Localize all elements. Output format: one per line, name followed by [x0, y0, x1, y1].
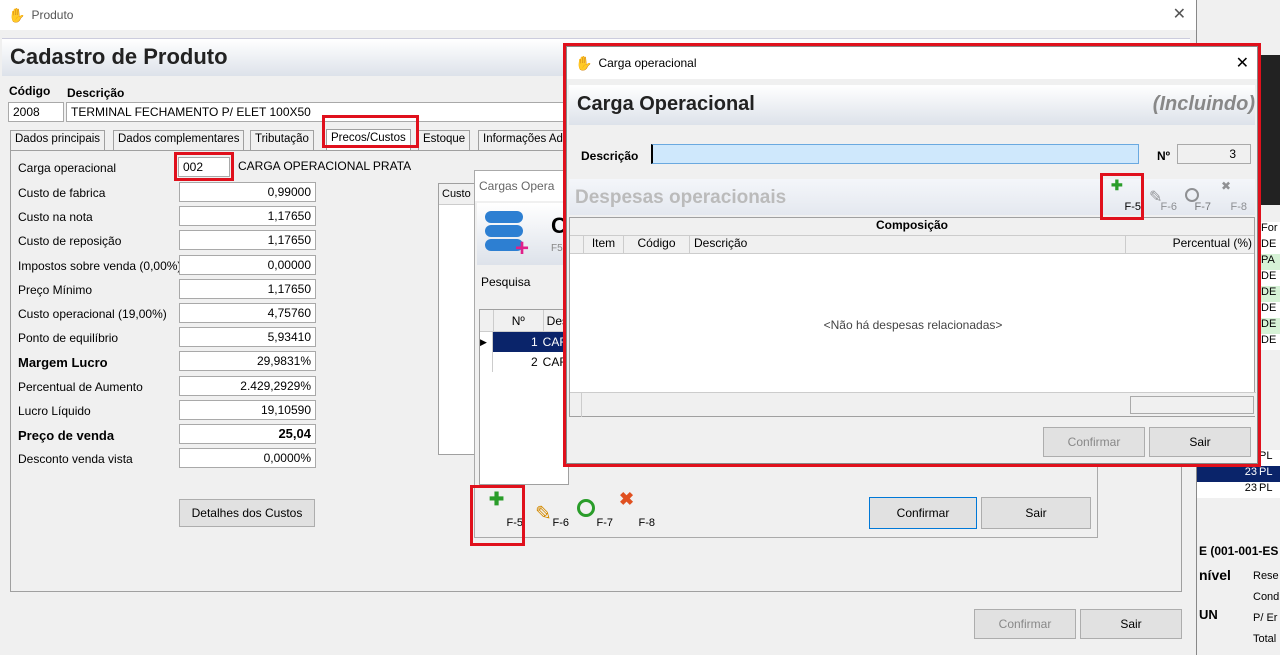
delete-icon: ✖ [619, 489, 635, 509]
row-value[interactable]: 5,93410 [179, 327, 316, 348]
produto-titlebar: ✋ Produto ✕ [0, 0, 1196, 30]
cargas-grid: Nº Des ▶ 1 CAR 2 CAR [479, 309, 569, 485]
detalhes-custos-button[interactable]: Detalhes dos Custos [179, 499, 315, 527]
highlight-precos-tab [322, 115, 419, 148]
delete-button[interactable]: ✖ F-8 [617, 489, 657, 531]
database-add-icon: + [485, 211, 529, 262]
row-label: Impostos sobre venda (0,00%) [18, 258, 182, 273]
carga-label: Carga operacional [18, 161, 117, 175]
list-item-number: 23 [1244, 466, 1257, 478]
row-label: Custo na nota [18, 210, 93, 225]
tab-dados-principais[interactable]: Dados principais [10, 130, 106, 150]
list-item: PA [1261, 254, 1280, 270]
background-right-labels: Rese Cond P/ Er Total [1253, 566, 1279, 650]
row-value[interactable]: 19,10590 [179, 399, 316, 420]
row-label: Lucro Líquido [18, 403, 91, 418]
row-label: Custo operacional (19,00%) [18, 307, 167, 321]
right-label: Total [1253, 633, 1277, 645]
pesquisa-label: Pesquisa [481, 275, 531, 289]
cargas-header-band: + C F5 [477, 203, 567, 265]
tab-tributacao[interactable]: Tributação [250, 130, 314, 150]
row-value[interactable]: 1,17650 [179, 230, 316, 251]
search-icon [577, 499, 595, 517]
list-item: DE [1261, 286, 1280, 302]
table-row[interactable]: ▶ 1 CAR [480, 332, 568, 352]
row-label: Desconto venda vista [18, 452, 133, 467]
row-value[interactable]: 29,9831% [179, 351, 316, 372]
row-value[interactable]: 0,00000 [179, 254, 316, 275]
main-sair-button[interactable]: Sair [1080, 609, 1182, 639]
row-label: Preço de venda [18, 428, 115, 443]
background-nivel: nível [1199, 567, 1231, 583]
table-row[interactable]: 2 CAR [480, 352, 568, 372]
background-un: UN [1199, 607, 1218, 622]
edit-button[interactable]: ✎ F-6 [531, 491, 571, 531]
row-label: Custo de fabrica [18, 186, 106, 200]
right-label: P/ Er [1253, 612, 1278, 624]
search-button[interactable]: F-7 [575, 491, 615, 531]
close-icon[interactable]: ✕ [1173, 4, 1186, 24]
highlight-dialog [563, 43, 1261, 467]
background-footer-title: E (001-001-ES [1199, 544, 1279, 558]
list-item-type: PL [1259, 450, 1273, 462]
descricao-label: Descrição [67, 86, 125, 100]
row-value[interactable]: 2.429,2929% [179, 375, 316, 396]
main-confirmar-button[interactable]: Confirmar [974, 609, 1076, 639]
list-item: DE [1261, 270, 1280, 286]
list-item: DE [1261, 334, 1280, 350]
list-item-type: PL [1259, 466, 1273, 478]
codigo-field[interactable]: 2008 [8, 102, 64, 122]
highlight-carga-code [174, 152, 234, 181]
page-title: Cadastro de Produto [10, 44, 228, 69]
list-item-type: PL [1259, 482, 1273, 494]
list-item-number: 23 [1244, 482, 1257, 494]
list-item: DE [1261, 318, 1280, 334]
row-label: Percentual de Aumento [18, 379, 143, 394]
right-label: Rese [1253, 570, 1279, 582]
list-item: For [1261, 222, 1280, 238]
row-value[interactable]: 0,0000% [179, 448, 316, 469]
tab-dados-complementares[interactable]: Dados complementares [113, 130, 245, 150]
window-title: Produto [31, 8, 74, 22]
codigo-label: Código [9, 84, 51, 98]
f8-label: F-8 [638, 517, 656, 529]
f6-label: F-6 [552, 517, 570, 529]
row-label: Preço Mínimo [18, 282, 93, 297]
row-n: 1 [493, 332, 541, 352]
tab-informacoes[interactable]: Informações Ad [478, 130, 564, 150]
cargas-confirmar-button[interactable]: Confirmar [869, 497, 977, 529]
custo-col-header: Custo [439, 184, 477, 205]
list-item[interactable]: 23 PL [1197, 466, 1280, 482]
descricao-field[interactable]: TERMINAL FECHAMENTO P/ ELET 100X50 [66, 102, 566, 122]
tab-estoque[interactable]: Estoque [418, 130, 471, 150]
row-value[interactable]: 4,75760 [179, 303, 316, 323]
right-label: Cond [1253, 591, 1280, 603]
list-item: DE [1261, 238, 1280, 254]
hand-icon: ✋ [8, 6, 26, 23]
highlight-cargas-add [470, 485, 525, 546]
row-label: Margem Lucro [18, 355, 108, 371]
row-value[interactable]: 1,17650 [179, 206, 316, 227]
row-value[interactable]: 0,99000 [179, 182, 316, 202]
highlight-dialog-add [1100, 173, 1144, 220]
cargas-sair-button[interactable]: Sair [981, 497, 1091, 529]
list-item: DE [1261, 302, 1280, 318]
f7-label: F-7 [596, 517, 614, 529]
background-list: For DE PA DE DE DE DE DE [1261, 222, 1280, 350]
row-value[interactable]: 1,17650 [179, 278, 316, 299]
col-n: Nº [494, 310, 544, 331]
row-value[interactable]: 25,04 [179, 424, 316, 444]
row-label: Custo de reposição [18, 234, 122, 249]
row-label: Ponto de equilíbrio [18, 331, 119, 346]
row-n: 2 [530, 355, 538, 369]
pencil-icon: ✎ [535, 503, 552, 525]
list-item[interactable]: 23 PL [1197, 482, 1280, 498]
cargas-f5-hint: F5 [551, 243, 563, 254]
custo-grid: Custo [438, 183, 478, 455]
